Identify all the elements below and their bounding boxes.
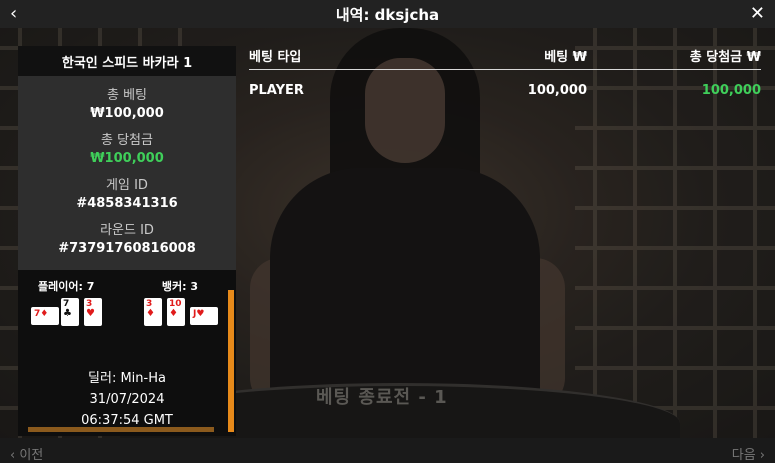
banker-card-2: 10 ♦ — [167, 298, 185, 326]
round-id-value: #73791760816008 — [58, 241, 196, 256]
total-bet-label: 총 베팅 — [106, 88, 147, 103]
game-id-label: 게임 ID — [106, 178, 148, 193]
bet-type-cell: PLAYER — [249, 82, 304, 98]
footer-nav: ‹ 이전 다음 › — [0, 438, 775, 463]
player-card-3: 3 ♥ — [84, 298, 102, 326]
banker-card-1: 3 ♦ — [144, 298, 162, 326]
round-date: 31/07/2024 — [89, 392, 165, 407]
banker-card-3: J♥ — [190, 307, 218, 325]
banker-score: 뱅커: 3 — [161, 280, 198, 293]
close-icon[interactable]: ✕ — [750, 3, 765, 24]
bet-amount-cell: 100,000 — [527, 82, 587, 98]
round-info: 총 베팅 ₩100,000 총 당첨금 ₩100,000 게임 ID #4858… — [18, 84, 236, 256]
total-win-value: ₩100,000 — [90, 151, 164, 166]
total-bet-value: ₩100,000 — [90, 106, 164, 121]
bet-table: 베팅 타입 베팅 ₩ 총 당첨금 ₩ PLAYER 100,000 100,00… — [249, 46, 761, 102]
page-title: 내역: dksjcha — [335, 5, 440, 24]
player-card-2: 7 ♣ — [61, 298, 79, 326]
game-id-value: #4858341316 — [76, 196, 178, 211]
betting-closed-text: 베팅 종료전 - 1 — [316, 387, 448, 408]
player-card-1: 7♦ — [31, 307, 59, 325]
dealer-info: 딜러: Min-Ha 31/07/2024 06:37:54 GMT — [18, 368, 236, 431]
prev-button[interactable]: ‹ 이전 — [10, 444, 43, 463]
bet-amount-header: 베팅 ₩ — [544, 50, 587, 65]
cards-area: 7♦ 7 ♣ 3 ♥ 3 ♦ 10 ♦ J♥ — [18, 294, 236, 334]
round-id-label: 라운드 ID — [100, 223, 154, 238]
total-win-label: 총 당첨금 — [101, 133, 153, 148]
header-bar: ‹ 내역: dksjcha ✕ — [0, 0, 775, 28]
score-row: 플레이어: 7 뱅커: 3 — [18, 270, 236, 294]
win-amount-header: 총 당첨금 ₩ — [689, 50, 761, 65]
next-button[interactable]: 다음 › — [732, 444, 765, 463]
round-detail-panel: 한국인 스피드 바카라 1 총 베팅 ₩100,000 총 당첨금 ₩100,0… — [18, 46, 236, 436]
win-amount-cell: 100,000 — [701, 82, 761, 98]
vertical-scrollbar[interactable] — [228, 290, 234, 432]
game-title: 한국인 스피드 바카라 1 — [18, 46, 236, 76]
bet-table-header: 베팅 타입 베팅 ₩ 총 당첨금 ₩ — [249, 46, 761, 70]
round-result-box: 플레이어: 7 뱅커: 3 7♦ 7 ♣ 3 ♥ 3 ♦ 10 ♦ J♥ 딜러: Min… — [18, 270, 236, 436]
player-score: 플레이어: 7 — [38, 280, 95, 293]
horizontal-scrollbar[interactable] — [28, 427, 214, 432]
dealer-name: 딜러: Min-Ha — [88, 371, 166, 386]
table-row: PLAYER 100,000 100,000 — [249, 78, 761, 102]
back-icon[interactable]: ‹ — [10, 3, 17, 24]
bet-type-header: 베팅 타입 — [249, 50, 302, 65]
